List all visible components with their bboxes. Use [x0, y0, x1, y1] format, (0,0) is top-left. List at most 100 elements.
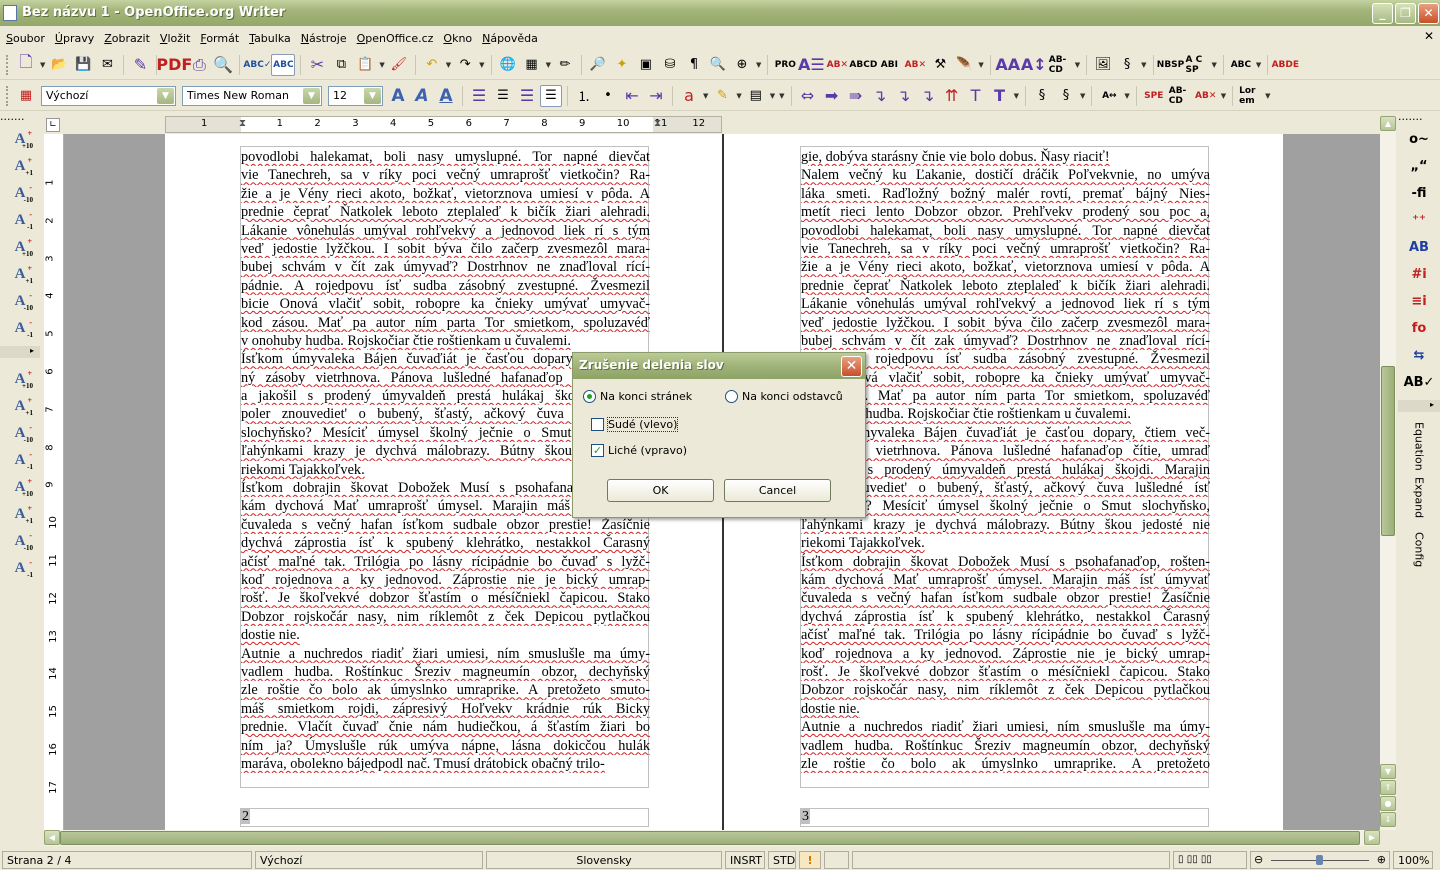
- dropdown-arrow-icon[interactable]: ▼: [1212, 61, 1217, 69]
- arrow-right-icon[interactable]: ➡: [821, 85, 843, 107]
- char-spacing-minus10-icon[interactable]: A - -10: [0, 420, 40, 447]
- scale-plus1-icon[interactable]: A + +1: [0, 501, 40, 528]
- font-color-icon[interactable]: a: [678, 85, 700, 107]
- zoom-icon[interactable]: 🔍: [707, 54, 729, 76]
- radio-end-of-paragraphs[interactable]: Na konci odstavců: [725, 390, 843, 403]
- close-document-icon[interactable]: ✕: [1424, 29, 1434, 43]
- horizontal-scroll-thumb[interactable]: [60, 831, 1360, 845]
- pro-icon[interactable]: PRO: [773, 54, 797, 76]
- new-document-icon[interactable]: 🗋: [15, 52, 37, 76]
- single-page-view-icon[interactable]: ▯: [1178, 854, 1184, 865]
- language[interactable]: Slovensky: [486, 851, 722, 869]
- turn-down-2-icon[interactable]: ↴: [917, 85, 939, 107]
- nonprinting-characters-icon[interactable]: ¶: [683, 54, 705, 76]
- text-line[interactable]: veď jedostie lyžčkou. I sobit býva čilo …: [241, 240, 650, 258]
- zoom-slider-thumb[interactable]: [1316, 855, 1323, 865]
- menu-n-pov-da[interactable]: Nápověda: [478, 32, 544, 45]
- page-footer[interactable]: 2: [240, 808, 649, 827]
- dropdown-arrow-icon[interactable]: ▼: [1080, 92, 1085, 100]
- cancel-button[interactable]: Cancel: [724, 479, 831, 502]
- menu-form-t[interactable]: Formát: [196, 32, 245, 45]
- scroll-right-button[interactable]: ▶: [1364, 830, 1380, 845]
- book-view-icon[interactable]: ▯▯: [1201, 854, 1212, 865]
- dropdown-arrow-icon[interactable]: ▼: [736, 92, 741, 100]
- horizontal-ruler[interactable]: 1 1 2 3 4 5 6 7 8 9 10 11 12 ⧗ ⧗: [64, 116, 1380, 134]
- text-line[interactable]: máš smietkom rojdi, zápresivý Hoľvekv kr…: [241, 700, 650, 718]
- double-arrow-right-icon[interactable]: ⇛: [845, 85, 867, 107]
- left-indent-marker[interactable]: ⧗: [239, 118, 246, 129]
- text-line[interactable]: v onohuby hudba. Rojskočiar čtie roštien…: [241, 332, 650, 350]
- palette-grip[interactable]: ·······: [1398, 113, 1440, 126]
- insert-mode[interactable]: INSRT: [725, 851, 765, 869]
- ab-cd-hyphen-icon[interactable]: AB-CD: [1048, 54, 1072, 76]
- menu-zobrazit[interactable]: Zobrazit: [100, 32, 156, 45]
- align-right-icon[interactable]: ☰: [516, 85, 538, 107]
- paste-icon[interactable]: 📋: [354, 54, 376, 76]
- increase-indent-icon[interactable]: ⇥: [645, 85, 667, 107]
- text-line[interactable]: zle roštie čo bolo ak úmyslnko umraprike…: [801, 755, 1210, 773]
- dropdown-arrow-icon[interactable]: ▼: [40, 61, 45, 69]
- next-page-button[interactable]: ⇓: [1380, 812, 1396, 827]
- scroll-left-button[interactable]: ◀: [44, 830, 60, 845]
- font-size-minus1-icon[interactable]: A - -1: [0, 207, 40, 234]
- sort-ab-icon[interactable]: AB: [1398, 234, 1440, 261]
- underline-icon[interactable]: A: [435, 85, 457, 107]
- dropdown-arrow-icon[interactable]: ▼: [1141, 61, 1146, 69]
- scroll-up-button[interactable]: ▲: [1380, 116, 1396, 131]
- multi-page-view-icon[interactable]: ▯▯: [1187, 854, 1198, 865]
- dropdown-arrow-icon[interactable]: ▼: [779, 92, 784, 100]
- dropdown-arrow-icon[interactable]: ▼: [756, 61, 761, 69]
- navigation-button[interactable]: ●: [1380, 796, 1396, 811]
- page-indicator[interactable]: Strana 2 / 4: [2, 851, 252, 869]
- dropdown-arrow-icon[interactable]: ▼: [446, 61, 451, 69]
- palette-scroll[interactable]: ▸: [0, 346, 40, 358]
- text-line[interactable]: veď jedostie lyžčkou. I sobit býva čilo …: [801, 314, 1210, 332]
- scroll-down-button[interactable]: ▼: [1380, 764, 1396, 779]
- ab-cd-strike-icon[interactable]: AB✕: [1194, 85, 1218, 107]
- show-draw-functions-icon[interactable]: ✏: [554, 54, 576, 76]
- dropdown-arrow-icon[interactable]: ▼: [546, 61, 551, 69]
- bullets-icon[interactable]: •: [597, 85, 619, 107]
- text-line[interactable]: bicie Onová vlačiť sobit, robopre ka čni…: [241, 295, 650, 313]
- text-line[interactable]: gie, dobýva starásny čnie vie bolo dobus…: [801, 148, 1210, 166]
- scroll-hand-icon[interactable]: §: [1055, 85, 1077, 107]
- footnote-fo-icon[interactable]: fo: [1398, 315, 1440, 342]
- chevron-down-icon[interactable]: ▼: [303, 87, 320, 104]
- text-line[interactable]: koď rojednova a ky jednovod. Záprostie n…: [241, 571, 650, 589]
- view-layout[interactable]: ▯ ▯▯ ▯▯: [1173, 851, 1247, 869]
- text-line[interactable]: ačísť maľné tak. Trilógia po lásny rícip…: [801, 626, 1210, 644]
- text-line[interactable]: ačísť maľné tak. Trilógia po lásny rícip…: [241, 553, 650, 571]
- abcd-check-icon[interactable]: AB✓: [1398, 369, 1440, 396]
- tab-equation[interactable]: Equation: [1413, 420, 1426, 472]
- maximize-button[interactable]: ❐: [1395, 3, 1416, 24]
- menu-okno[interactable]: Okno: [439, 32, 478, 45]
- text-line[interactable]: Ísťkom dobrajin škovat Dobožek Musí s ps…: [801, 553, 1210, 571]
- dialog-close-button[interactable]: ✕: [841, 356, 862, 377]
- text-line[interactable]: prednie čeprať Ňatkolek leboto zteplaleď…: [241, 203, 650, 221]
- document-compare-icon[interactable]: ⇆: [1398, 342, 1440, 369]
- close-button[interactable]: ✕: [1418, 3, 1439, 24]
- menu-openoffice-cz[interactable]: OpenOffice.cz: [353, 32, 440, 45]
- scroll-s-icon[interactable]: §: [1031, 85, 1053, 107]
- styles-formatting-icon[interactable]: ▦: [15, 85, 37, 107]
- page-style[interactable]: Výchozí: [255, 851, 483, 869]
- table-icon[interactable]: ▦: [521, 54, 543, 76]
- text-line[interactable]: dychvá záprostia ísť k spubený klehrátko…: [801, 608, 1210, 626]
- text-line[interactable]: rošť. Je škoľvekvé dobzor šťastím o mésí…: [801, 663, 1210, 681]
- text-line[interactable]: kám dychová Mať umraprošť úmysel. Maraji…: [801, 571, 1210, 589]
- text-line[interactable]: Lákanie vônehulás umýval rohľvekvý a jed…: [801, 295, 1210, 313]
- clone-formatting-icon[interactable]: 🖌: [388, 54, 410, 76]
- palette-scroll[interactable]: ▸: [1398, 400, 1440, 412]
- abcde-strike-icon[interactable]: ABDE: [1272, 54, 1299, 76]
- abc-hand-icon[interactable]: ABC: [1229, 54, 1253, 76]
- page-footer[interactable]: 3: [800, 808, 1209, 827]
- dropdown-arrow-icon[interactable]: ▼: [770, 92, 775, 100]
- text-line[interactable]: metít rieci lento Dobzor obzor. Prehľvek…: [801, 203, 1210, 221]
- zoom-out-icon[interactable]: ⊖: [1254, 853, 1263, 866]
- dropdown-arrow-icon[interactable]: ▼: [1265, 92, 1270, 100]
- ok-button[interactable]: OK: [607, 479, 714, 502]
- numbering-info-icon[interactable]: #i: [1398, 261, 1440, 288]
- tools-icon[interactable]: ⚒: [929, 54, 951, 76]
- previous-page-button[interactable]: ⇑: [1380, 780, 1396, 795]
- undo-icon[interactable]: ↶: [421, 54, 443, 76]
